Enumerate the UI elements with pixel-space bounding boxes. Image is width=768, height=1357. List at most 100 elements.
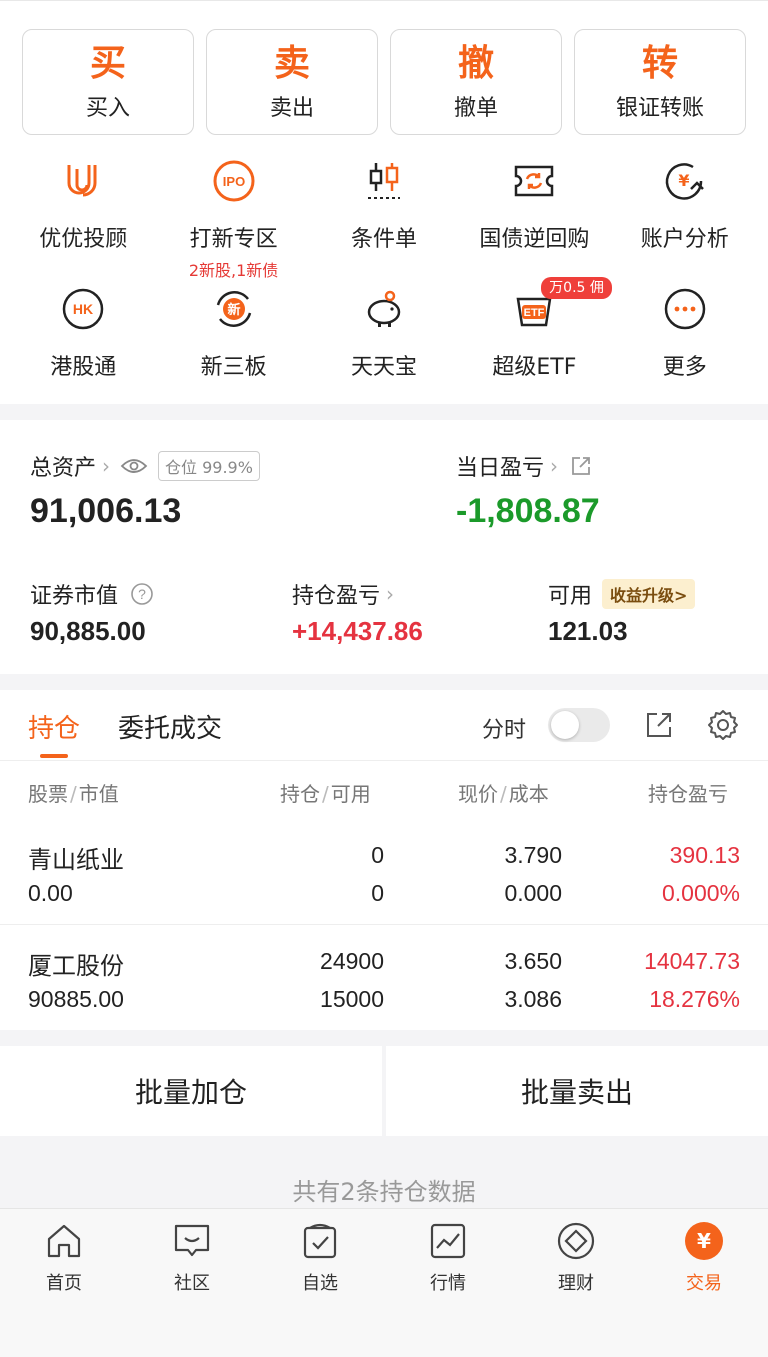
- tab-market[interactable]: 行情: [384, 1209, 512, 1357]
- gear-icon[interactable]: [706, 708, 740, 746]
- toggle-knob: [551, 711, 579, 739]
- buy-glyph: 买: [89, 43, 126, 84]
- service-tiantianbao[interactable]: 天天宝: [309, 285, 459, 381]
- bank-transfer-button[interactable]: 转 银证转账: [574, 29, 746, 135]
- tab-label: 自选: [302, 1273, 338, 1294]
- tab-holdings[interactable]: 持仓: [28, 708, 80, 745]
- market-value: 90,885.00: [30, 616, 146, 646]
- services-row-2: HK 港股通 新 新三板 天天宝 ETF 万0.5 佣 超级ETF 更多: [8, 277, 760, 381]
- home-icon: [42, 1219, 86, 1263]
- service-account-analysis[interactable]: ¥ 账户分析: [610, 157, 760, 281]
- tab-trade[interactable]: ¥ 交易: [640, 1209, 768, 1357]
- col-header-price: 现价 / 成本: [458, 782, 549, 806]
- holdings-count-note: 共有2条持仓数据: [292, 1178, 476, 1206]
- service-hk-connect[interactable]: HK 港股通: [8, 285, 158, 381]
- holding-pl-label: 持仓盈亏: [292, 584, 381, 609]
- share-icon[interactable]: [570, 455, 592, 477]
- service-super-etf[interactable]: ETF 万0.5 佣 超级ETF: [459, 277, 612, 381]
- batch-actions: 批量加仓 批量卖出: [0, 1046, 768, 1136]
- holding-pl-label-group[interactable]: 持仓盈亏 ›: [292, 578, 394, 610]
- divider: [0, 760, 768, 761]
- market-value-label: 证券市值: [30, 584, 119, 609]
- batch-sell-button[interactable]: 批量卖出: [386, 1046, 768, 1136]
- tab-home[interactable]: 首页: [0, 1209, 128, 1357]
- trade-buttons: 买 买入 卖 卖出 撤 撤单 转 银证转账: [22, 29, 746, 135]
- sell-label: 卖出: [269, 96, 314, 121]
- ipo-icon-text: IPO: [222, 174, 244, 189]
- tab-wealth[interactable]: 理财: [512, 1209, 640, 1357]
- cancel-glyph: 撤: [457, 43, 494, 84]
- repo-icon: [510, 157, 558, 205]
- col-cost: 成本: [508, 782, 549, 806]
- commission-badge: 万0.5 佣: [541, 277, 612, 299]
- stock-pl: 14047.73: [644, 948, 740, 974]
- chevron-right-icon: ›: [550, 454, 559, 478]
- service-label: 港股通: [50, 355, 117, 380]
- ipo-subtitle: 2新股,1新债: [188, 261, 279, 280]
- eye-icon[interactable]: [120, 456, 148, 476]
- daily-pl-label-group[interactable]: 当日盈亏 ›: [456, 450, 592, 482]
- daily-pl-value: -1,808.87: [456, 492, 600, 530]
- active-tab-indicator: [40, 754, 68, 758]
- service-youyou-advisor[interactable]: 优优投顾: [8, 157, 158, 281]
- service-label: 新三板: [200, 355, 267, 380]
- yield-upgrade-button[interactable]: 收益升级>: [602, 579, 696, 609]
- tab-label: 行情: [430, 1273, 466, 1294]
- stock-available: 0: [371, 880, 384, 906]
- market-value-label-group: 证券市值 ?: [30, 578, 154, 610]
- hk-icon-text: HK: [73, 301, 93, 317]
- service-ipo-zone[interactable]: IPO 打新专区 2新股,1新债: [158, 157, 308, 281]
- service-conditional-order[interactable]: 条件单: [309, 157, 459, 281]
- col-header-pl: 持仓盈亏: [648, 782, 728, 806]
- transfer-label: 银证转账: [615, 96, 704, 121]
- service-more[interactable]: 更多: [610, 285, 760, 381]
- holding-pl-value: +14,437.86: [292, 616, 423, 646]
- cancel-order-button[interactable]: 撤 撤单: [390, 29, 562, 135]
- total-assets-label-group[interactable]: 总资产 › 仓位 99.9%: [30, 450, 260, 482]
- available-label-group: 可用 收益升级>: [548, 578, 696, 610]
- table-row[interactable]: 厦工股份 90885.00 24900 15000 3.650 3.086 14…: [0, 926, 768, 1030]
- total-assets-value: 91,006.13: [30, 492, 182, 530]
- new-third-board-icon: 新: [210, 285, 258, 333]
- service-label: 超级ETF: [492, 355, 577, 380]
- export-icon[interactable]: [644, 710, 674, 744]
- new-icon-text: 新: [227, 302, 240, 318]
- sell-button[interactable]: 卖 卖出: [206, 29, 378, 135]
- available-value: 121.03: [548, 616, 628, 646]
- stock-market-value: 90885.00: [28, 986, 124, 1012]
- market-icon: [426, 1219, 470, 1263]
- service-label: 条件单: [350, 227, 417, 252]
- watchlist-icon: [298, 1219, 342, 1263]
- service-label: 优优投顾: [39, 227, 128, 252]
- tab-orders[interactable]: 委托成交: [118, 708, 222, 745]
- intraday-toggle[interactable]: [548, 708, 610, 742]
- account-analysis-icon: ¥: [661, 157, 709, 205]
- svg-text:¥: ¥: [678, 171, 689, 190]
- table-row[interactable]: 青山纸业 0.00 0 0 3.790 0.000 390.13 0.000%: [0, 820, 768, 924]
- tab-watchlist[interactable]: 自选: [256, 1209, 384, 1357]
- col-stock: 股票: [28, 782, 68, 806]
- wealth-icon: [554, 1219, 598, 1263]
- col-market-value: 市值: [78, 782, 119, 806]
- assets-card: 总资产 › 仓位 99.9% 91,006.13 当日盈亏 › -1,808.8…: [0, 420, 768, 674]
- service-treasury-repo[interactable]: 国债逆回购: [459, 157, 609, 281]
- holdings-panel: 持仓 委托成交 分时 股票 / 市值 持仓 / 可用 现价 / 成本 持仓盈亏 青山纸业 0…: [0, 690, 768, 1030]
- chevron-right-icon: ›: [386, 582, 395, 606]
- cancel-label: 撤单: [453, 96, 498, 121]
- service-label: 打新专区: [189, 227, 278, 252]
- batch-add-button[interactable]: 批量加仓: [0, 1046, 382, 1136]
- service-new-third-board[interactable]: 新 新三板: [158, 285, 308, 381]
- help-icon[interactable]: ?: [130, 582, 154, 606]
- trade-icon: ¥: [682, 1219, 726, 1263]
- svg-text:?: ?: [138, 586, 146, 602]
- service-label: 天天宝: [350, 355, 417, 380]
- stock-price: 3.650: [504, 948, 562, 974]
- services-row-1: 优优投顾 IPO 打新专区 2新股,1新债 条件单 国债逆回购 ¥ 账户分析: [8, 157, 760, 281]
- tab-community[interactable]: 社区: [128, 1209, 256, 1357]
- tab-label: 首页: [46, 1273, 82, 1294]
- stock-market-value: 0.00: [28, 880, 73, 906]
- buy-button[interactable]: 买 买入: [22, 29, 194, 135]
- community-icon: [170, 1219, 214, 1263]
- svg-text:¥: ¥: [697, 1229, 711, 1253]
- daily-pl-label: 当日盈亏: [456, 456, 545, 481]
